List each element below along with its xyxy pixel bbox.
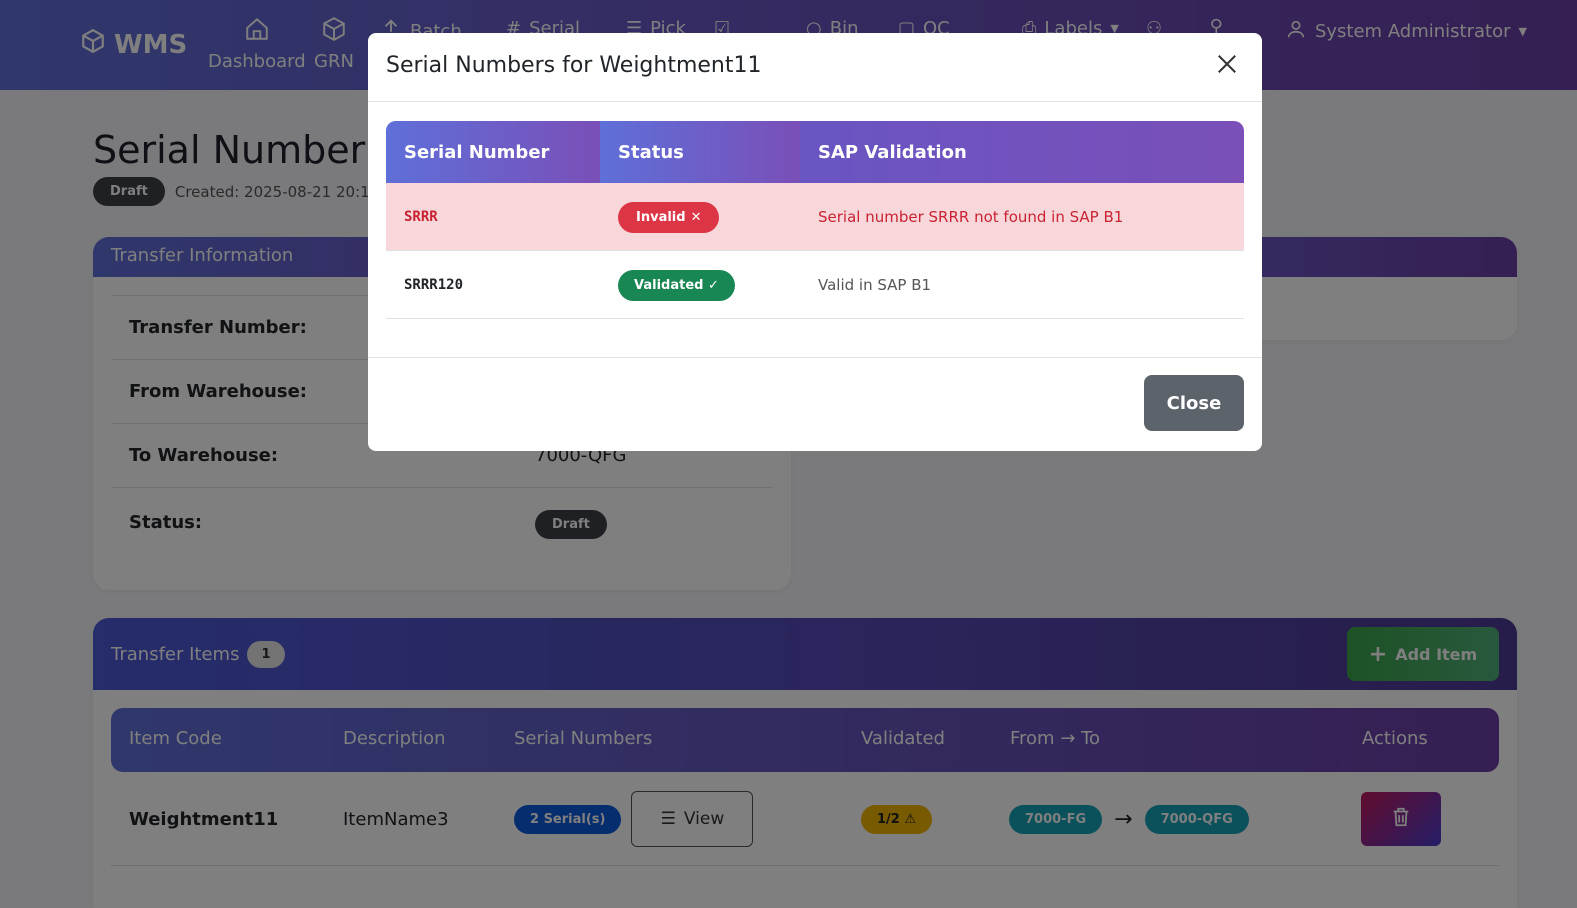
validation-message: Serial number SRRR not found in SAP B1 xyxy=(818,208,1124,226)
validation-message: Valid in SAP B1 xyxy=(818,276,932,294)
table-row: SRRR Invalid ✕ Serial number SRRR not fo… xyxy=(386,183,1244,251)
status-text: Invalid xyxy=(636,209,686,225)
col-header: Status xyxy=(600,121,800,183)
serial-number: SRRR xyxy=(404,209,438,225)
serial-cell: SRRR xyxy=(386,183,438,251)
col-header: SAP Validation xyxy=(818,141,967,163)
serial-cell: SRRR120 xyxy=(386,251,463,319)
x-circle-icon: ✕ xyxy=(690,209,702,225)
validated-badge: Validated ✓ xyxy=(618,269,735,301)
serial-table: Serial Number Status SAP Validation SRRR… xyxy=(386,121,1244,319)
modal-title: Serial Numbers for Weightment11 xyxy=(386,53,762,78)
close-button[interactable]: Close xyxy=(1144,375,1244,431)
modal-divider xyxy=(368,101,1262,102)
invalid-badge: Invalid ✕ xyxy=(618,201,720,233)
serial-numbers-modal: Serial Numbers for Weightment11 Serial N… xyxy=(368,33,1262,451)
modal-close-button[interactable] xyxy=(1212,51,1242,81)
table-row: SRRR120 Validated ✓ Valid in SAP B1 xyxy=(386,251,1244,319)
serial-table-header: Serial Number Status SAP Validation xyxy=(386,121,1244,183)
status-cell: Invalid ✕ xyxy=(600,183,720,251)
col-header: Serial Number xyxy=(386,121,600,183)
serial-number: SRRR120 xyxy=(404,277,464,293)
modal-footer-divider xyxy=(368,357,1262,358)
close-icon xyxy=(1216,53,1238,79)
status-cell: Validated ✓ xyxy=(600,251,735,319)
